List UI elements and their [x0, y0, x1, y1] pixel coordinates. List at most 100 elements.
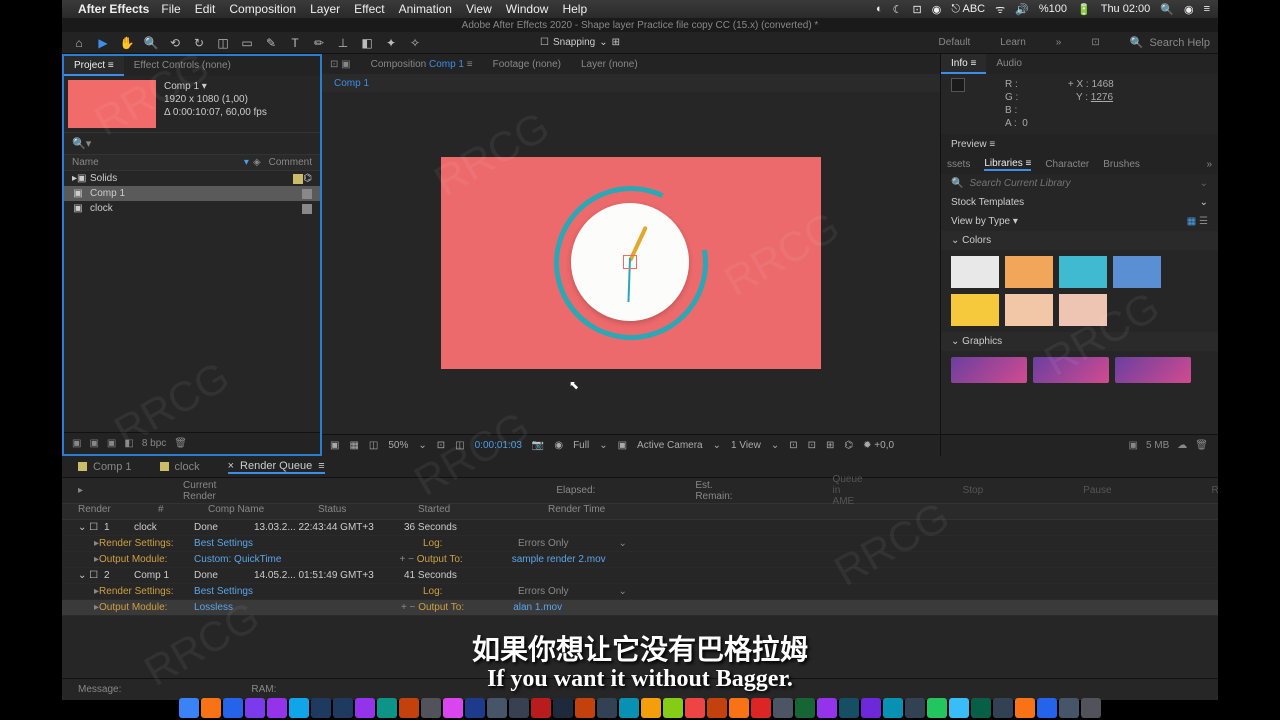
app-name[interactable]: After Effects — [78, 2, 149, 16]
exposure[interactable]: ✹ +0,0 — [863, 440, 894, 451]
menu-help[interactable]: Help — [562, 2, 587, 16]
log-dropdown-icon[interactable]: ⌄ — [619, 586, 627, 597]
stock-expand-icon[interactable]: ⌄ — [1200, 197, 1208, 208]
type-tool[interactable]: T — [286, 34, 304, 52]
tab-project[interactable]: Project ≡ — [64, 56, 124, 76]
render-settings-row[interactable]: ▸Render Settings:Best Settings Log:Error… — [62, 584, 1260, 600]
tab-composition[interactable]: Comp 1 — [429, 59, 464, 70]
share-icon[interactable]: ⊡ — [789, 440, 797, 451]
workspace-learn[interactable]: Learn — [1000, 37, 1026, 48]
menu-composition[interactable]: Composition — [229, 2, 296, 16]
composition-viewer[interactable] — [322, 92, 940, 434]
comp-thumbnail[interactable] — [68, 80, 156, 128]
eraser-tool[interactable]: ◧ — [358, 34, 376, 52]
dock-app-icon[interactable] — [1015, 698, 1035, 718]
volume-icon[interactable]: 🔊 — [1015, 3, 1029, 16]
col-name[interactable]: Name — [72, 157, 244, 168]
search-help[interactable]: Search Help — [1149, 37, 1210, 49]
output-module-row[interactable]: ▸Output Module:Custom: QuickTime + − Out… — [62, 552, 1260, 568]
dock-app-icon[interactable] — [333, 698, 353, 718]
project-item-solids[interactable]: ▸▣ Solids ⌬ — [64, 171, 320, 186]
dock-app-icon[interactable] — [421, 698, 441, 718]
dock-app-icon[interactable] — [289, 698, 309, 718]
dock-app-icon[interactable] — [949, 698, 969, 718]
menu-icon[interactable]: ≡ — [1204, 3, 1210, 15]
adjust-icon[interactable]: ◧ — [124, 438, 133, 449]
dock-app-icon[interactable] — [641, 698, 661, 718]
pause-button[interactable]: Pause — [1083, 485, 1111, 496]
label-swatch[interactable] — [293, 174, 303, 184]
view-by-type[interactable]: View by Type ▾ — [951, 216, 1018, 227]
dock-app-icon[interactable] — [465, 698, 485, 718]
dock-app-icon[interactable] — [355, 698, 375, 718]
tab-render-queue[interactable]: × Render Queue ≡ — [228, 460, 325, 474]
color-swatch[interactable] — [951, 256, 999, 288]
color-swatch[interactable] — [1059, 256, 1107, 288]
dock-app-icon[interactable] — [905, 698, 925, 718]
tab-character[interactable]: Character — [1045, 159, 1089, 170]
workspace-more-icon[interactable]: » — [1056, 37, 1062, 48]
dock-app-icon[interactable] — [1037, 698, 1057, 718]
dock-app-icon[interactable] — [729, 698, 749, 718]
spotlight-icon[interactable]: 🔍 — [1160, 3, 1174, 16]
footer-folder-icon[interactable]: ▣ — [1129, 440, 1138, 451]
status-icon[interactable]: ◐ — [876, 3, 883, 15]
dock-app-icon[interactable] — [311, 698, 331, 718]
tab-assets[interactable]: ssets — [947, 159, 970, 170]
camera-tool[interactable]: ◫ — [214, 34, 232, 52]
folder-icon[interactable]: ▣ — [89, 438, 98, 449]
puppet-tool[interactable]: ✧ — [406, 34, 424, 52]
tab-info[interactable]: Info ≡ — [941, 54, 986, 74]
trash-icon[interactable]: 🗑 — [1195, 440, 1208, 451]
dock-app-icon[interactable] — [487, 698, 507, 718]
stop-button[interactable]: Stop — [963, 485, 984, 496]
menu-view[interactable]: View — [466, 2, 492, 16]
dock-app-icon[interactable] — [509, 698, 529, 718]
expand-icon[interactable]: ⌄ — [1200, 178, 1208, 189]
tab-audio[interactable]: Audio — [986, 54, 1032, 74]
rotate-tool[interactable]: ↻ — [190, 34, 208, 52]
tab-layer[interactable]: Layer (none) — [581, 59, 638, 70]
alpha-icon[interactable]: ▣ — [330, 440, 339, 451]
menu-edit[interactable]: Edit — [195, 2, 216, 16]
tab-preview[interactable]: Preview — [951, 139, 987, 150]
dock-app-icon[interactable] — [707, 698, 727, 718]
project-item-clock[interactable]: ▣ clock — [64, 201, 320, 216]
menu-window[interactable]: Window — [506, 2, 549, 16]
bpc-toggle[interactable]: 8 bpc — [142, 438, 166, 449]
menu-effect[interactable]: Effect — [354, 2, 384, 16]
brush-tool[interactable]: ✏ — [310, 34, 328, 52]
render-job-row[interactable]: ⌄ ☐1 clockDone 13.03.2... 22:43:44 GMT+3… — [62, 520, 1260, 536]
view-layout[interactable]: 1 View — [731, 440, 761, 451]
roto-tool[interactable]: ✦ — [382, 34, 400, 52]
3d-icon[interactable]: ⊞ — [826, 440, 834, 451]
dock-app-icon[interactable] — [751, 698, 771, 718]
canvas[interactable] — [441, 157, 821, 369]
fast-icon[interactable]: ⊡ — [808, 440, 816, 451]
pen-tool[interactable]: ✎ — [262, 34, 280, 52]
color-swatch[interactable] — [1113, 256, 1161, 288]
label-swatch[interactable] — [302, 189, 312, 199]
clock[interactable]: Thu 02:00 — [1101, 3, 1151, 15]
dock-app-icon[interactable] — [1081, 698, 1101, 718]
roi-icon[interactable]: ◫ — [455, 440, 464, 451]
dock-app-icon[interactable] — [663, 698, 683, 718]
comp-name[interactable]: Comp 1 ▾ — [164, 80, 267, 93]
render-icon[interactable]: ⌬ — [844, 440, 853, 451]
quality[interactable]: Full — [573, 440, 589, 451]
graphic-thumb[interactable] — [951, 357, 1027, 383]
dock-app-icon[interactable] — [267, 698, 287, 718]
rect-tool[interactable]: ▭ — [238, 34, 256, 52]
dock-app-icon[interactable] — [685, 698, 705, 718]
section-graphics[interactable]: ⌄ Graphics — [951, 336, 1002, 347]
col-label-icon[interactable]: ◈ — [253, 157, 261, 168]
tab-comp1-timeline[interactable]: Comp 1 — [78, 461, 132, 473]
workspace-default[interactable]: Default — [939, 37, 971, 48]
tab-brushes[interactable]: Brushes — [1103, 159, 1140, 170]
graphic-thumb[interactable] — [1033, 357, 1109, 383]
stock-templates[interactable]: Stock Templates — [951, 197, 1024, 208]
dock-app-icon[interactable] — [575, 698, 595, 718]
render-settings-row[interactable]: ▸Render Settings:Best Settings Log:Error… — [62, 536, 1260, 552]
dock-app-icon[interactable] — [443, 698, 463, 718]
timecode[interactable]: 0:00:01:03 — [475, 440, 522, 451]
